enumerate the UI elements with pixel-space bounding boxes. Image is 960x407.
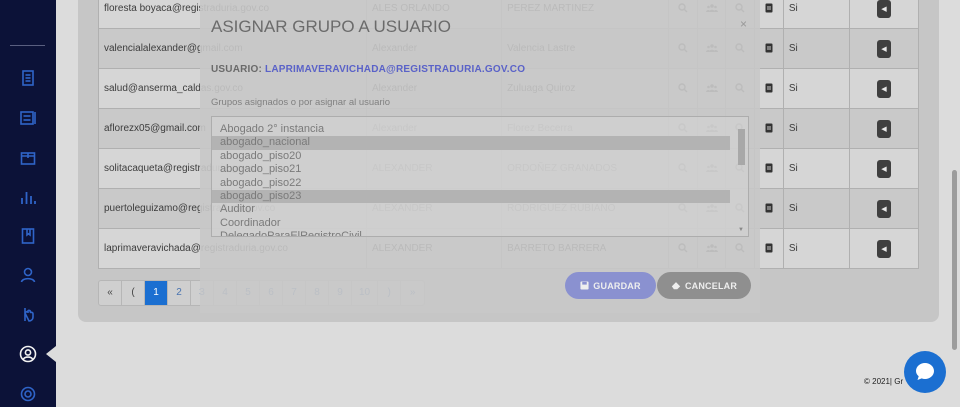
sidebar-divider xyxy=(10,45,45,46)
box-icon[interactable] xyxy=(18,148,38,168)
group-option[interactable]: Coordinador xyxy=(212,217,730,230)
save-label: GUARDAR xyxy=(593,280,641,291)
settings-icon[interactable] xyxy=(18,384,38,404)
close-icon[interactable]: × xyxy=(740,17,747,31)
action-cell: ◀ xyxy=(848,108,920,149)
expand-button[interactable]: ◀ xyxy=(876,79,891,98)
group-option[interactable]: abogado_nacional xyxy=(212,136,730,150)
action-cell: ◀ xyxy=(848,188,920,229)
sidebar-active-indicator xyxy=(46,346,56,362)
caret-left-icon: ◀ xyxy=(881,245,887,253)
expand-button[interactable]: ◀ xyxy=(876,159,891,178)
list-icon[interactable] xyxy=(18,108,38,128)
scroll-thumb[interactable] xyxy=(738,129,745,165)
group-list-scrollbar[interactable]: ▼ xyxy=(738,121,745,233)
caret-left-icon: ◀ xyxy=(881,85,887,93)
document-icon[interactable] xyxy=(764,43,774,53)
user-active: Si xyxy=(782,188,850,229)
chat-button[interactable] xyxy=(904,351,946,393)
caret-left-icon: ◀ xyxy=(881,45,887,53)
document-icon[interactable] xyxy=(764,203,774,213)
caret-left-icon: ◀ xyxy=(881,205,887,213)
bar-chart-icon[interactable] xyxy=(18,187,38,207)
group-option[interactable]: abogado_piso22 xyxy=(212,177,730,190)
save-icon xyxy=(580,281,589,290)
pagination-page[interactable]: 1 xyxy=(145,281,168,305)
user-icon[interactable] xyxy=(18,265,38,285)
footer-copyright: © 2021| Gr xyxy=(864,377,904,386)
chat-bubble-icon xyxy=(916,363,934,380)
modal-subtitle: Grupos asignados o por asignar al usuari… xyxy=(211,97,391,108)
group-option[interactable]: Auditor xyxy=(212,203,730,216)
save-button[interactable]: GUARDAR xyxy=(565,272,656,299)
document-icon[interactable] xyxy=(764,123,774,133)
book-icon[interactable] xyxy=(18,226,38,246)
action-cell: ◀ xyxy=(848,28,920,69)
caret-left-icon: ◀ xyxy=(881,5,887,13)
user-active: Si xyxy=(782,228,850,269)
cancel-button[interactable]: CANCELAR xyxy=(657,272,751,299)
user-active: Si xyxy=(782,28,850,69)
document-icon[interactable] xyxy=(764,243,774,253)
user-label: USUARIO: xyxy=(211,64,263,75)
user-active: Si xyxy=(782,108,850,149)
expand-button[interactable]: ◀ xyxy=(876,39,891,58)
document-icon[interactable] xyxy=(764,83,774,93)
action-cell: ◀ xyxy=(848,228,920,269)
action-cell: ◀ xyxy=(848,68,920,109)
pagination-page[interactable]: 2 xyxy=(168,281,191,305)
expand-button[interactable]: ◀ xyxy=(876,239,891,258)
expand-button[interactable]: ◀ xyxy=(876,0,891,18)
group-option[interactable]: abogado_piso20 xyxy=(212,150,730,163)
document-icon[interactable] xyxy=(18,68,38,88)
modal-user: USUARIO: LAPRIMAVERAVICHADA@REGISTRADURI… xyxy=(211,64,525,75)
expand-button[interactable]: ◀ xyxy=(876,119,891,138)
user-active: Si xyxy=(782,68,850,109)
caret-left-icon: ◀ xyxy=(881,125,887,133)
cancel-label: CANCELAR xyxy=(684,280,738,291)
modal-title: ASIGNAR GRUPO A USUARIO xyxy=(211,17,451,36)
pagination-prev[interactable]: ( xyxy=(122,281,145,305)
user-active: Si xyxy=(782,148,850,189)
action-cell: ◀ xyxy=(848,148,920,189)
expand-button[interactable]: ◀ xyxy=(876,199,891,218)
group-option[interactable]: abogado_piso23 xyxy=(212,189,730,204)
page-scrollbar[interactable] xyxy=(952,170,957,350)
group-option[interactable]: abogado_piso21 xyxy=(212,163,730,176)
action-cell: ◀ xyxy=(848,0,920,29)
document-icon[interactable] xyxy=(764,3,774,13)
eraser-icon xyxy=(671,282,681,290)
document-icon[interactable] xyxy=(764,163,774,173)
caret-left-icon: ◀ xyxy=(881,165,887,173)
group-option[interactable]: DelegadoParaElRegistroCivil xyxy=(212,230,730,236)
group-multiselect[interactable]: Abogado 2° instancia abogado_nacional abog… xyxy=(211,116,749,237)
scroll-down-icon[interactable]: ▼ xyxy=(738,227,744,233)
user-active: Si xyxy=(782,0,850,29)
profile-circle-icon[interactable] xyxy=(18,344,38,364)
group-option[interactable]: Abogado 2° instancia xyxy=(212,123,730,136)
pagination-first[interactable]: « xyxy=(99,281,122,305)
user-value: LAPRIMAVERAVICHADA@REGISTRADURIA.GOV.CO xyxy=(265,64,526,75)
sidebar xyxy=(0,0,56,407)
assign-group-modal: ASIGNAR GRUPO A USUARIO × USUARIO: LAPRI… xyxy=(200,0,760,313)
hand-icon[interactable] xyxy=(18,304,38,324)
